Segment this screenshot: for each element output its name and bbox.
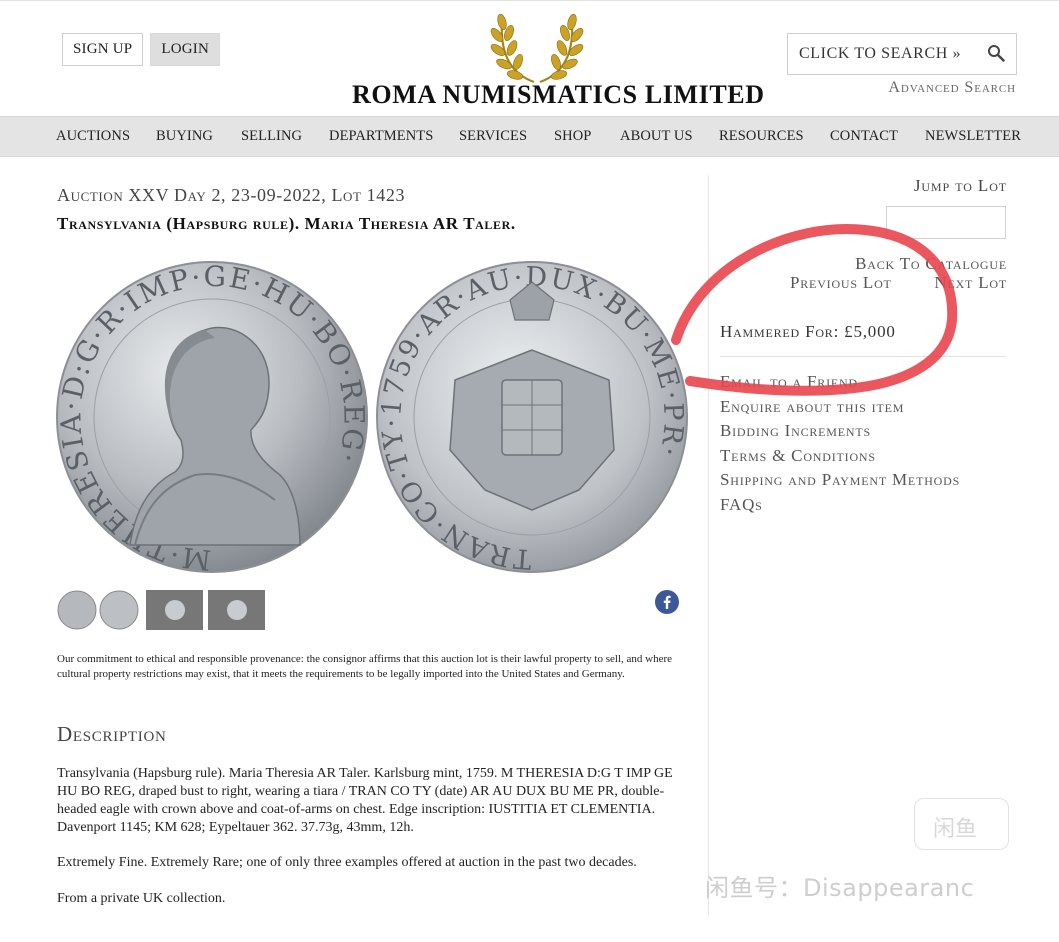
description-heading: Description bbox=[57, 722, 167, 746]
jump-to-lot-label: Jump to Lot bbox=[913, 176, 1007, 195]
coin-image[interactable]: M·THERESIA·D:G·R·IMP·GE·HU·BO·REG· TRAN·… bbox=[55, 260, 695, 575]
nav-item-newsletter[interactable]: NEWSLETTER bbox=[925, 128, 1021, 145]
coin-edge-icon bbox=[226, 600, 247, 620]
nav-item-services[interactable]: SERVICES bbox=[459, 128, 527, 145]
thumbnail-edge-2[interactable] bbox=[208, 590, 265, 630]
provenance-paragraph: From a private UK collection. bbox=[57, 891, 226, 906]
search-icon[interactable] bbox=[987, 44, 1005, 62]
nav-item-resources[interactable]: RESOURCES bbox=[719, 128, 804, 145]
terms-conditions-link[interactable]: Terms & Conditions bbox=[720, 446, 960, 471]
main-nav: AUCTIONS BUYING SELLING DEPARTMENTS SERV… bbox=[0, 116, 1059, 157]
next-lot-link[interactable]: Next Lot bbox=[934, 273, 1007, 293]
laurel-wreath-logo-icon[interactable] bbox=[488, 8, 586, 88]
coin-thumbnail-icon bbox=[57, 590, 139, 630]
nav-item-shop[interactable]: SHOP bbox=[554, 128, 591, 145]
grade-rarity-paragraph: Extremely Fine. Extremely Rare; one of o… bbox=[57, 855, 637, 870]
coin-obverse: M·THERESIA·D:G·R·IMP·GE·HU·BO·REG· bbox=[55, 260, 369, 575]
auth-buttons: SIGN UP LOGIN bbox=[62, 33, 220, 66]
column-divider bbox=[708, 175, 709, 915]
watermark-badge: 闲鱼 bbox=[914, 798, 1009, 850]
nav-item-departments[interactable]: DEPARTMENTS bbox=[329, 128, 433, 145]
watermark-badge-text: 闲鱼 bbox=[933, 817, 978, 842]
login-button[interactable]: LOGIN bbox=[150, 33, 220, 66]
previous-lot-link[interactable]: Previous Lot bbox=[790, 273, 892, 293]
signup-button[interactable]: SIGN UP bbox=[62, 33, 144, 66]
top-border bbox=[0, 0, 1059, 1]
search-placeholder: CLICK TO SEARCH » bbox=[799, 45, 962, 62]
description-paragraph: Transylvania (Hapsburg rule). Maria Ther… bbox=[57, 766, 673, 835]
sidebar-links: Email to a Friend Enquire about this ite… bbox=[720, 372, 960, 519]
provenance-commitment: Our commitment to ethical and responsibl… bbox=[57, 653, 673, 680]
coin-edge-icon bbox=[164, 600, 185, 620]
sidebar-divider bbox=[720, 356, 1006, 357]
nav-item-about-us[interactable]: ABOUT US bbox=[620, 128, 693, 145]
nav-item-selling[interactable]: SELLING bbox=[241, 128, 302, 145]
shipping-payment-link[interactable]: Shipping and Payment Methods bbox=[720, 470, 960, 495]
back-to-catalogue-link[interactable]: Back To Catalogue bbox=[855, 254, 1007, 274]
search-box[interactable]: CLICK TO SEARCH » bbox=[787, 33, 1017, 75]
advanced-search-link[interactable]: Advanced Search bbox=[888, 79, 1016, 97]
watermark-text: 闲鱼号：Disappearanc bbox=[705, 874, 975, 902]
coin-reverse: TRAN·CO·TY·1759·AR·AU·DUX·BU·ME·PR· bbox=[376, 261, 688, 574]
faqs-link[interactable]: FAQs bbox=[720, 495, 960, 520]
thumbnail-edge-1[interactable] bbox=[146, 590, 203, 630]
enquire-link[interactable]: Enquire about this item bbox=[720, 397, 960, 422]
hammer-price: Hammered For: £5,000 bbox=[720, 322, 896, 341]
facebook-share-icon[interactable] bbox=[655, 590, 679, 614]
nav-item-buying[interactable]: BUYING bbox=[156, 128, 213, 145]
bidding-increments-link[interactable]: Bidding Increments bbox=[720, 421, 960, 446]
thumbnail-strip bbox=[57, 590, 265, 630]
lot-title: Transylvania (Hapsburg rule). Maria Ther… bbox=[57, 214, 516, 233]
nav-item-contact[interactable]: CONTACT bbox=[830, 128, 898, 145]
auction-lot-line: Auction XXV Day 2, 23-09-2022, Lot 1423 bbox=[57, 185, 406, 205]
email-friend-link[interactable]: Email to a Friend bbox=[720, 372, 960, 397]
nav-item-auctions[interactable]: AUCTIONS bbox=[56, 128, 130, 145]
thumbnail-both-sides[interactable] bbox=[57, 590, 141, 630]
site-name[interactable]: ROMA NUMISMATICS LIMITED bbox=[352, 80, 764, 110]
jump-to-lot-input[interactable] bbox=[886, 206, 1006, 239]
